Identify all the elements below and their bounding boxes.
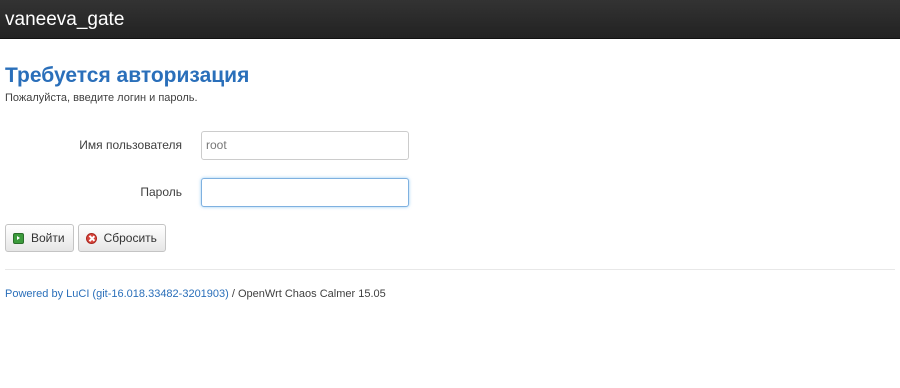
login-form: Имя пользователя Пароль [5, 130, 895, 207]
reset-icon [85, 232, 97, 244]
login-button[interactable]: Войти [5, 224, 74, 252]
password-row: Пароль [5, 177, 895, 207]
footer-version-text: / OpenWrt Chaos Calmer 15.05 [228, 288, 386, 300]
reset-button-label: Сбросить [103, 231, 157, 245]
footer: Powered by LuCI (git-16.018.33482-320190… [5, 288, 895, 300]
page-title: Требуется авторизация [5, 64, 250, 87]
login-icon [13, 232, 24, 244]
username-row: Имя пользователя [5, 130, 895, 160]
form-buttons: Войти Сбросить [5, 224, 895, 252]
login-button-label: Войти [31, 231, 65, 245]
password-label: Пароль [140, 185, 182, 199]
brand-title[interactable]: vaneeva_gate [5, 0, 124, 39]
username-input[interactable] [201, 130, 409, 160]
reset-button[interactable]: Сбросить [77, 224, 166, 252]
luci-link[interactable]: Powered by LuCI (git-16.018.33482-320190… [5, 288, 229, 300]
username-label: Имя пользователя [79, 138, 182, 152]
password-input[interactable] [201, 177, 409, 207]
footer-divider [5, 269, 895, 270]
top-navbar: vaneeva_gate [0, 0, 900, 39]
page-subtitle: Пожалуйста, введите логин и пароль. [5, 92, 198, 104]
main-content: Требуется авторизация Пожалуйста, введит… [0, 63, 900, 300]
